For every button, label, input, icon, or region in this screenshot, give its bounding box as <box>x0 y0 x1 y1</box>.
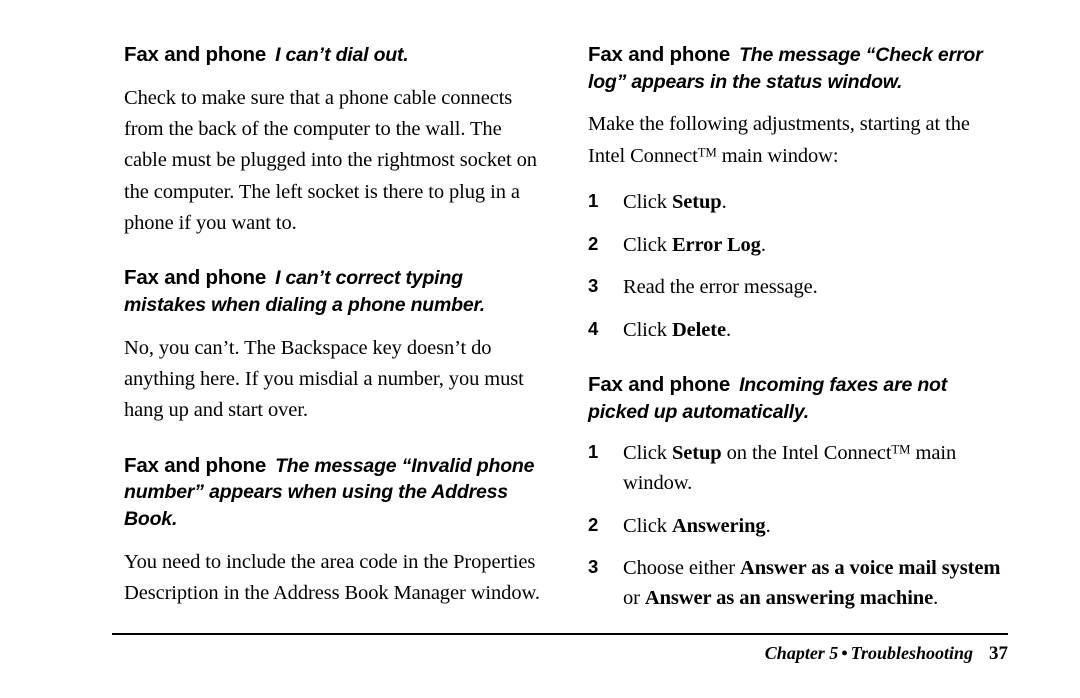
footer-chapter: Chapter 5 <box>764 643 839 663</box>
step-emphasis-secondary: Answer as an answering machine <box>644 587 934 610</box>
step-number: 2 <box>588 513 599 535</box>
intro-text-part2: main window: <box>716 144 839 167</box>
list-item: 1 Click Setup. <box>588 188 1010 218</box>
list-item: 3 Choose either Answer as a voice mail sy… <box>588 554 1010 613</box>
section-heading-incoming-faxes: Fax and phone Incoming faxes are not pick… <box>588 372 1010 425</box>
page-footer: Chapter 5 • Troubleshooting 37 <box>112 643 1008 665</box>
section-heading-invalid-number: Fax and phone The message “Invalid phone … <box>124 453 549 533</box>
section-body-typing-mistakes: No, you can’t. The Backspace key doesn’t… <box>124 336 524 422</box>
list-item: 4 Click Delete. <box>588 316 1010 346</box>
step-emphasis: Setup <box>671 442 722 465</box>
step-number: 2 <box>588 232 599 254</box>
heading-lead: Fax and phone <box>124 266 267 290</box>
trademark-symbol: TM <box>697 145 717 160</box>
step-text-before: Click <box>623 514 672 537</box>
heading-lead: Fax and phone <box>588 372 731 396</box>
heading-question: I can’t dial out. <box>275 44 409 66</box>
manual-page: Fax and phone I can’t dial out. Check to … <box>0 0 1080 698</box>
steps-incoming-faxes: 1 Click Setup on the Intel ConnectTM main… <box>588 439 1010 614</box>
trademark-symbol: TM <box>891 442 911 457</box>
step-text-after: . <box>725 319 732 342</box>
heading-lead: Fax and phone <box>124 453 267 477</box>
step-number: 1 <box>588 190 599 211</box>
section-heading-check-error-log: Fax and phone The message “Check error lo… <box>588 42 1010 95</box>
step-number: 1 <box>588 441 599 463</box>
section-body-invalid-number: You need to include the area code in the… <box>124 550 540 605</box>
right-column: Fax and phone The message “Check error lo… <box>588 42 1010 614</box>
step-emphasis: Delete <box>671 319 726 342</box>
list-item: 2 Click Answering. <box>588 512 1010 542</box>
step-number: 3 <box>588 556 599 578</box>
step-text-mid: on the Intel Connect <box>721 442 892 465</box>
step-emphasis: Answering <box>671 514 766 537</box>
step-text-before: Click <box>623 319 672 342</box>
step-text-mid: or <box>623 587 645 610</box>
step-emphasis-primary: Answer as a voice mail system <box>740 557 1001 580</box>
step-emphasis: Setup <box>671 191 722 213</box>
step-text-before: Click <box>623 191 672 213</box>
section-body-dial-out: Check to make sure that a phone cable co… <box>124 86 537 235</box>
step-number: 3 <box>588 275 599 297</box>
heading-lead: Fax and phone <box>124 43 267 66</box>
steps-check-error-log: 1 Click Setup. 2 Click Error Log. 3 Read th… <box>588 188 1010 346</box>
footer-divider <box>112 633 1008 635</box>
left-column: Fax and phone I can’t dial out. Check to … <box>124 42 549 609</box>
list-item: 2 Click Error Log. <box>588 231 1010 261</box>
footer-section: Troubleshooting <box>850 643 973 663</box>
section-intro-check-error-log: Make the following adjustments, starting… <box>588 109 1010 172</box>
list-item: 1 Click Setup on the Intel ConnectTM main… <box>588 439 1010 498</box>
list-item: 3 Read the error message. <box>588 273 1010 303</box>
step-text-before: Choose either <box>623 557 741 580</box>
section-heading-typing-mistakes: Fax and phone I can’t correct typing mist… <box>124 265 549 318</box>
page-number: 37 <box>989 643 1008 664</box>
step-text-before: Click <box>623 442 672 465</box>
step-text-before: Click <box>623 233 672 256</box>
step-text-after: . <box>933 587 939 610</box>
footer-bullet-icon: • <box>841 643 848 663</box>
section-heading-dial-out: Fax and phone I can’t dial out. <box>124 42 549 69</box>
step-text-after: . <box>765 514 771 537</box>
step-text-after: . <box>721 191 727 213</box>
heading-lead: Fax and phone <box>588 43 731 66</box>
step-number: 4 <box>588 318 599 340</box>
step-text-after: . <box>760 233 766 256</box>
step-emphasis: Error Log <box>671 233 761 256</box>
step-text-before: Read the error message. <box>623 276 818 299</box>
